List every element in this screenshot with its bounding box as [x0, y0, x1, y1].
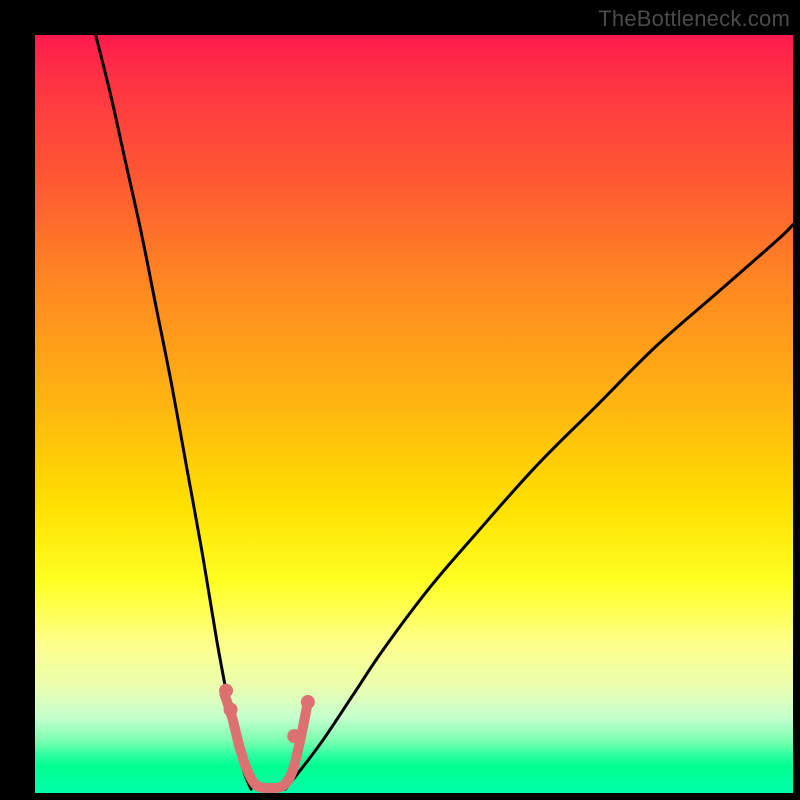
plot-area	[35, 35, 793, 793]
valley-dot-0	[219, 684, 233, 698]
series-right-curve	[285, 225, 793, 790]
watermark-text: TheBottleneck.com	[598, 6, 790, 32]
valley-dot-2	[287, 729, 301, 743]
valley-dot-3	[301, 695, 315, 709]
valley-dot-1	[224, 703, 238, 717]
series-left-curve	[96, 35, 251, 789]
curve-layer	[35, 35, 793, 793]
chart-frame: TheBottleneck.com	[0, 0, 800, 800]
